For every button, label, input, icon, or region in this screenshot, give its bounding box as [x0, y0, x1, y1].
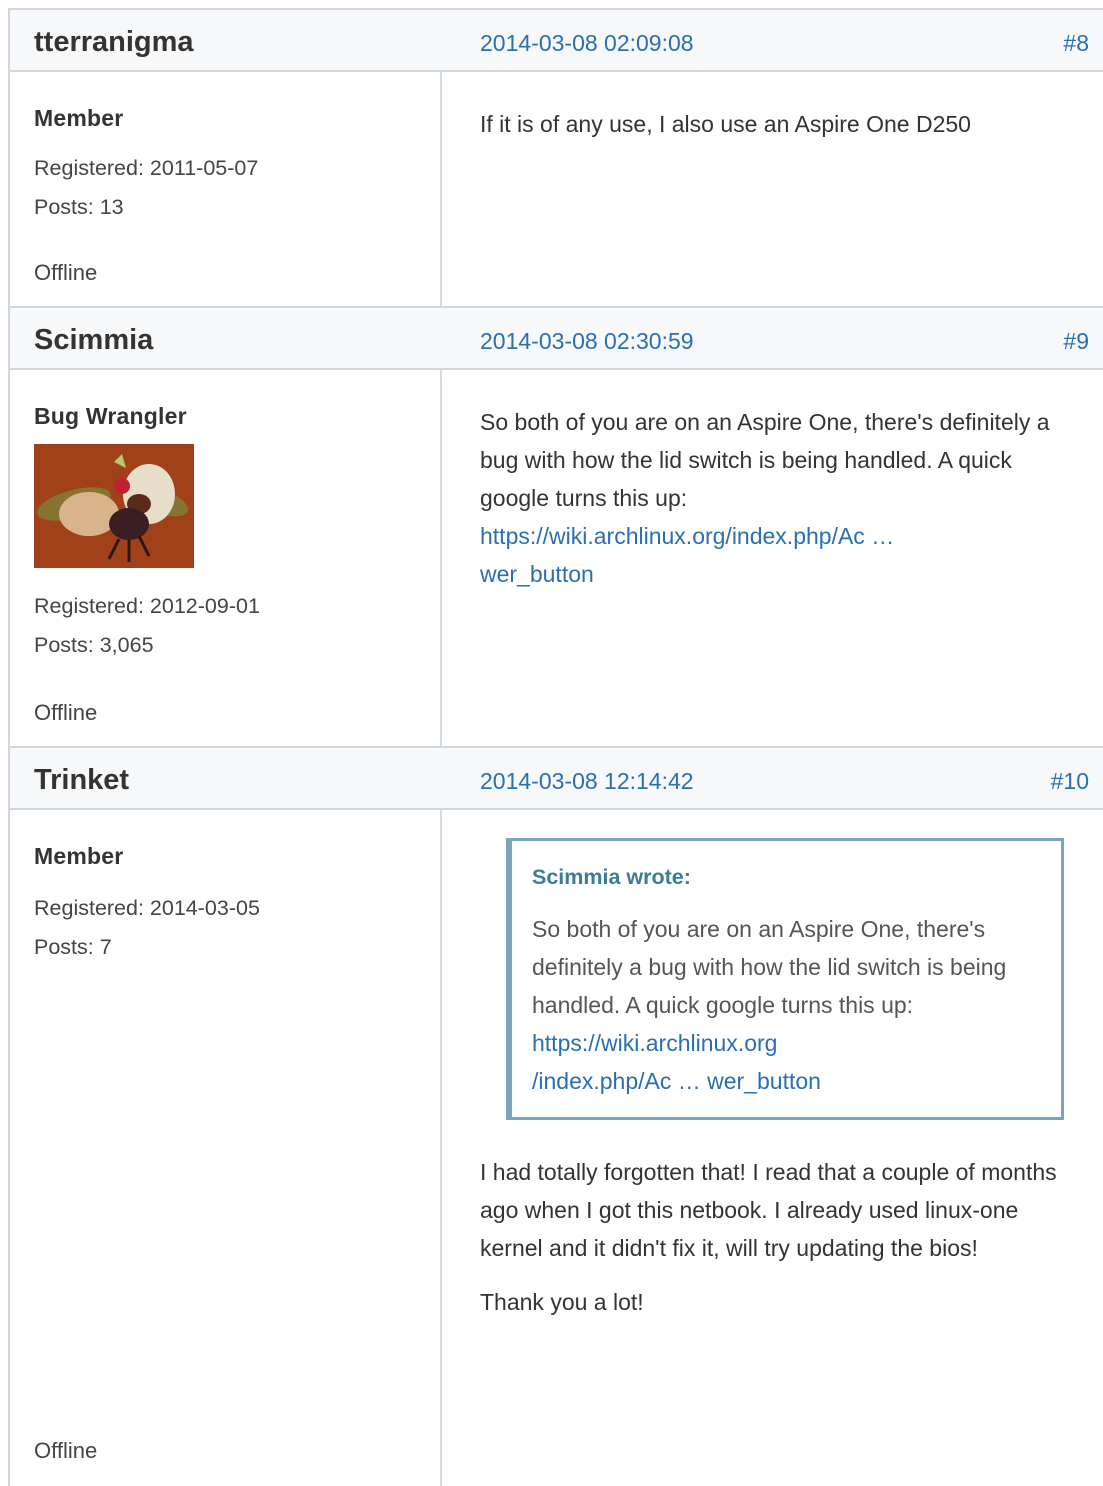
user-status: Offline [34, 260, 98, 285]
bug-avatar-image [34, 444, 194, 568]
user-post-count: Posts: 7 [34, 935, 112, 959]
post-author: Trinket [34, 764, 130, 796]
post-number-link[interactable]: #10 [1051, 768, 1089, 795]
quote-wiki-link[interactable]: https://wiki.archlinux.org/index.php/Ac … [532, 1030, 821, 1094]
avatar [34, 444, 194, 568]
post-number-link[interactable]: #8 [1063, 30, 1089, 57]
quote-author: Scimmia wrote: [532, 865, 691, 889]
post-text: So both of you are on an Aspire One, the… [480, 409, 1050, 511]
post-paragraph: I had totally forgotten that! I read tha… [480, 1159, 1057, 1261]
post: Scimmia 2014-03-08 02:30:59 #9 Bug Wrang… [8, 306, 1103, 748]
post-header: Scimmia 2014-03-08 02:30:59 #9 [10, 306, 1103, 370]
post-content: So both of you are on an Aspire One, the… [480, 403, 1050, 593]
post-content: I had totally forgotten that! I read tha… [480, 1153, 1085, 1321]
post-number-link[interactable]: #9 [1063, 328, 1089, 355]
post-author: tterranigma [34, 26, 194, 58]
post-paragraph: Thank you a lot! [480, 1289, 644, 1315]
user-rank: Bug Wrangler [34, 403, 187, 429]
wiki-link[interactable]: https://wiki.archlinux.org/index.php/Ac … [480, 523, 894, 587]
post-paragraph: So both of you are on an Aspire One, the… [480, 403, 1050, 593]
user-rank: Member [34, 843, 124, 869]
post-permalink-date[interactable]: 2014-03-08 02:09:08 [480, 30, 694, 57]
user-registered: Registered: 2014-03-05 [34, 896, 260, 920]
quote-text: So both of you are on an Aspire One, the… [532, 910, 1032, 1100]
post-permalink-date[interactable]: 2014-03-08 02:30:59 [480, 328, 694, 355]
quote-link-line2: /index.php/Ac … wer_button [532, 1068, 821, 1094]
user-registered: Registered: 2012-09-01 [34, 594, 260, 618]
user-post-count: Posts: 3,065 [34, 633, 154, 657]
topic-posts: tterranigma 2014-03-08 02:09:08 #8 Membe… [0, 0, 1103, 1486]
quote-body: So both of you are on an Aspire One, the… [532, 916, 1007, 1018]
user-rank: Member [34, 105, 124, 131]
quote-box: Scimmia wrote: So both of you are on an … [506, 838, 1064, 1120]
user-status: Offline [34, 700, 98, 725]
wiki-link-line1: https://wiki.archlinux.org/index.php/Ac … [480, 523, 895, 549]
post-permalink-date[interactable]: 2014-03-08 12:14:42 [480, 768, 694, 795]
author-sidebar: Member Registered: 2014-03-05 Posts: 7 O… [10, 810, 442, 1486]
post-header: Trinket 2014-03-08 12:14:42 #10 [10, 746, 1103, 810]
post-author: Scimmia [34, 324, 154, 356]
quote-link-line1: https://wiki.archlinux.org [532, 1030, 778, 1056]
post-body: Member Registered: 2014-03-05 Posts: 7 O… [10, 810, 1103, 1486]
post-body: Member Registered: 2011-05-07 Posts: 13 … [10, 72, 1103, 308]
post: Trinket 2014-03-08 12:14:42 #10 Member R… [8, 746, 1103, 1486]
post: tterranigma 2014-03-08 02:09:08 #8 Membe… [8, 8, 1103, 308]
user-post-count: Posts: 13 [34, 195, 124, 219]
user-registered: Registered: 2011-05-07 [34, 156, 259, 180]
user-status: Offline [34, 1438, 98, 1463]
author-sidebar: Member Registered: 2011-05-07 Posts: 13 … [10, 72, 442, 308]
post-content: If it is of any use, I also use an Aspir… [480, 105, 1090, 143]
post-header: tterranigma 2014-03-08 02:09:08 #8 [10, 8, 1103, 72]
post-paragraph: If it is of any use, I also use an Aspir… [480, 111, 971, 137]
post-body: Bug Wrangler Registered: 2012-09-01 Post… [10, 370, 1103, 748]
author-sidebar: Bug Wrangler Registered: 2012-09-01 Post… [10, 370, 442, 748]
wiki-link-line2: wer_button [480, 561, 594, 587]
